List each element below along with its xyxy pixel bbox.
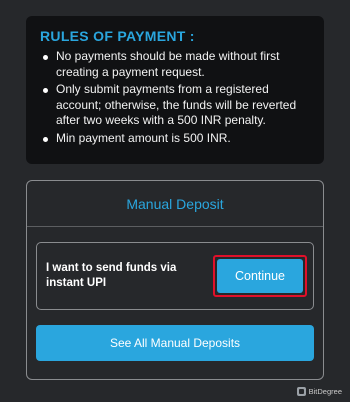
- manual-deposit-title: Manual Deposit: [27, 181, 323, 227]
- payment-rules-panel: RULES OF PAYMENT : No payments should be…: [26, 16, 324, 164]
- rules-item: No payments should be made without first…: [40, 49, 314, 80]
- manual-deposit-card: Manual Deposit I want to send funds via …: [26, 180, 324, 380]
- bitdegree-logo-icon: [296, 387, 306, 396]
- upi-option-label: I want to send funds via instant UPI: [46, 262, 177, 289]
- rules-title: RULES OF PAYMENT :: [40, 28, 195, 44]
- see-all-manual-deposits-button[interactable]: See All Manual Deposits: [36, 325, 314, 361]
- rules-item: Only submit payments from a registered a…: [40, 82, 314, 129]
- upi-option-box: I want to send funds via instant UPI Con…: [36, 242, 314, 310]
- rules-list: No payments should be made without first…: [40, 49, 314, 146]
- watermark-text: BitDegree: [308, 387, 342, 396]
- continue-highlight: Continue: [213, 255, 307, 297]
- watermark: BitDegree: [296, 387, 342, 396]
- continue-button[interactable]: Continue: [217, 259, 303, 293]
- rules-item: Min payment amount is 500 INR.: [40, 131, 314, 147]
